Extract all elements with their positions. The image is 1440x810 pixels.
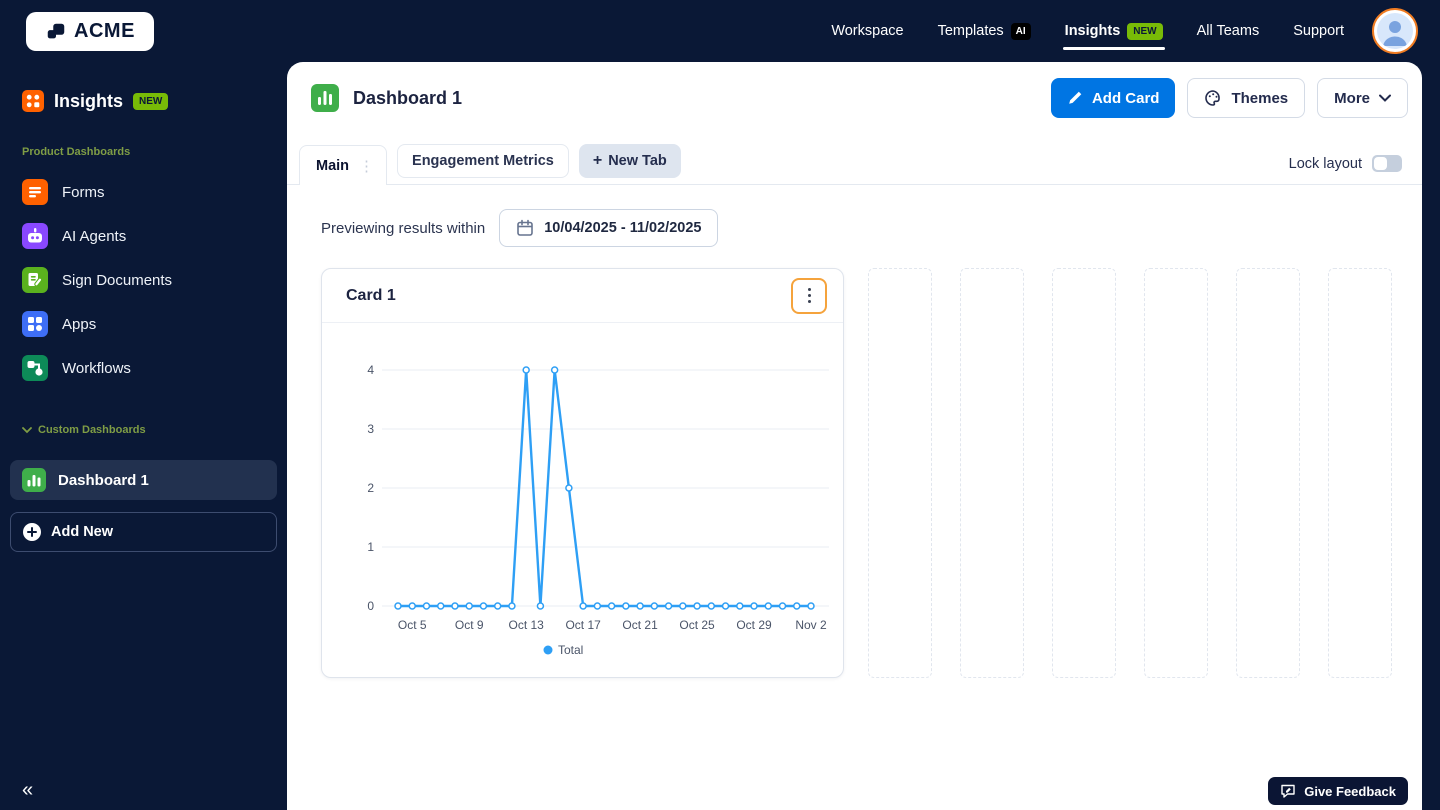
ai-badge: AI <box>1010 22 1031 40</box>
acme-logo[interactable]: ACME <box>26 12 154 51</box>
toggle-knob <box>1374 157 1387 170</box>
forms-icon <box>22 179 48 205</box>
svg-text:Oct 29: Oct 29 <box>736 618 772 632</box>
preview-label: Previewing results within <box>321 219 486 237</box>
svg-text:Oct 5: Oct 5 <box>398 618 427 632</box>
dashboard-icon <box>22 468 46 492</box>
grid-placeholder-column <box>1328 268 1392 678</box>
new-badge: NEW <box>1127 22 1163 40</box>
svg-text:Oct 25: Oct 25 <box>679 618 715 632</box>
nav-support[interactable]: Support <box>1293 0 1344 62</box>
ai-agents-icon <box>22 223 48 249</box>
tab-engagement-metrics[interactable]: Engagement Metrics <box>397 144 569 178</box>
svg-text:3: 3 <box>367 422 374 436</box>
apps-icon <box>22 311 48 337</box>
calendar-icon <box>516 219 534 237</box>
dashboard-header: Dashboard 1 Add Card Themes More <box>287 62 1422 118</box>
svg-text:Oct 17: Oct 17 <box>565 618 601 632</box>
grid-placeholder-column <box>1144 268 1208 678</box>
chevron-down-icon <box>22 426 32 434</box>
palette-icon <box>1204 89 1222 107</box>
sidebar-menu: Forms AI Agents Sign Documents Apps Work… <box>0 170 287 390</box>
preview-row: Previewing results within 10/04/2025 - 1… <box>321 209 1422 247</box>
svg-text:1: 1 <box>367 540 374 554</box>
themes-button[interactable]: Themes <box>1187 78 1306 118</box>
topbar: ACME Workspace Templates AI Insights NEW… <box>0 0 1440 62</box>
nav-all-teams[interactable]: All Teams <box>1197 0 1260 62</box>
sidebar: Insights NEW Product Dashboards Forms AI… <box>0 62 287 810</box>
date-range-picker[interactable]: 10/04/2025 - 11/02/2025 <box>499 209 719 247</box>
tab-main[interactable]: Main ⋮ <box>299 145 388 185</box>
section-custom-dashboards[interactable]: Custom Dashboards <box>22 424 265 436</box>
svg-text:Nov 2: Nov 2 <box>795 618 827 632</box>
nav-templates[interactable]: Templates AI <box>938 0 1031 62</box>
acme-logo-icon <box>45 21 67 43</box>
grid-placeholder-column <box>1052 268 1116 678</box>
card-line-chart: 0 1 2 3 4 Oct 5 Oct 9 Oct 13 Oct 17 Oct 21 Oct 25 O… <box>367 363 829 657</box>
card-1: Card 1 0 1 2 3 4 Oct 5 Oct 9 Oct 13 Oct 17 Oct 21… <box>321 268 844 678</box>
header-actions: Add Card Themes More <box>1050 78 1408 118</box>
sidebar-item-apps[interactable]: Apps <box>0 302 287 346</box>
sidebar-title: Insights <box>54 90 124 111</box>
sidebar-title-row: Insights NEW <box>0 62 287 112</box>
nav-insights[interactable]: Insights NEW <box>1062 0 1165 62</box>
dashboard-tabs: Main ⋮ Engagement Metrics + New Tab Lock… <box>287 144 1422 185</box>
plus-icon: + <box>592 152 603 169</box>
sidebar-new-badge: NEW <box>133 92 169 110</box>
kebab-icon <box>807 288 811 291</box>
card-menu-button[interactable] <box>791 277 827 314</box>
pencil-icon <box>1067 90 1083 106</box>
plus-circle-icon <box>23 523 41 541</box>
workflows-icon <box>22 355 48 381</box>
logo-text: ACME <box>74 20 135 42</box>
section-product-dashboards: Product Dashboards <box>22 146 131 158</box>
give-feedback-button[interactable]: Give Feedback <box>1268 777 1408 805</box>
main-panel: Dashboard 1 Add Card Themes More Main ⋮ … <box>287 62 1422 810</box>
sidebar-item-workflows[interactable]: Workflows <box>0 346 287 390</box>
add-new-button[interactable]: Add New <box>10 512 277 552</box>
top-nav: Workspace Templates AI Insights NEW All … <box>831 0 1344 62</box>
svg-text:2: 2 <box>367 481 374 495</box>
tab-menu-icon[interactable]: ⋮ <box>359 157 374 175</box>
dashboard-title-icon <box>311 84 339 112</box>
feedback-icon <box>1280 783 1296 799</box>
chevron-down-icon <box>1379 94 1391 102</box>
grid-placeholders <box>868 268 1392 678</box>
grid-placeholder-column <box>960 268 1024 678</box>
sidebar-item-sign-documents[interactable]: Sign Documents <box>0 258 287 302</box>
date-range-value: 10/04/2025 - 11/02/2025 <box>544 220 702 236</box>
sidebar-item-forms[interactable]: Forms <box>0 170 287 214</box>
sidebar-collapse-button[interactable]: « <box>22 779 33 802</box>
svg-text:4: 4 <box>367 363 374 377</box>
card-title: Card 1 <box>346 286 396 304</box>
lock-layout-toggle[interactable] <box>1372 155 1402 172</box>
svg-text:Oct 21: Oct 21 <box>622 618 658 632</box>
svg-text:Total: Total <box>558 643 583 657</box>
insights-product-icon <box>22 90 44 112</box>
dashboard-grid: Card 1 0 1 2 3 4 Oct 5 Oct 9 Oct 13 Oct 17 Oct 21… <box>321 268 1392 678</box>
nav-workspace[interactable]: Workspace <box>831 0 903 62</box>
lock-layout-control: Lock layout <box>1289 155 1402 172</box>
new-tab-button[interactable]: + New Tab <box>578 144 681 178</box>
avatar[interactable] <box>1372 8 1418 54</box>
add-card-button[interactable]: Add Card <box>1050 78 1176 118</box>
svg-text:Oct 13: Oct 13 <box>508 618 544 632</box>
grid-placeholder-column <box>1236 268 1300 678</box>
active-nav-underline <box>1062 47 1165 50</box>
card-header: Card 1 <box>322 269 843 323</box>
more-button[interactable]: More <box>1317 78 1408 118</box>
page-title: Dashboard 1 <box>353 87 463 108</box>
grid-placeholder-column <box>868 268 932 678</box>
sidebar-item-dashboard-1[interactable]: Dashboard 1 <box>10 460 277 500</box>
avatar-person-icon <box>1377 13 1413 49</box>
svg-text:0: 0 <box>367 599 374 613</box>
sidebar-item-ai-agents[interactable]: AI Agents <box>0 214 287 258</box>
sign-documents-icon <box>22 267 48 293</box>
lock-layout-label: Lock layout <box>1288 155 1362 172</box>
svg-text:Oct 9: Oct 9 <box>455 618 484 632</box>
